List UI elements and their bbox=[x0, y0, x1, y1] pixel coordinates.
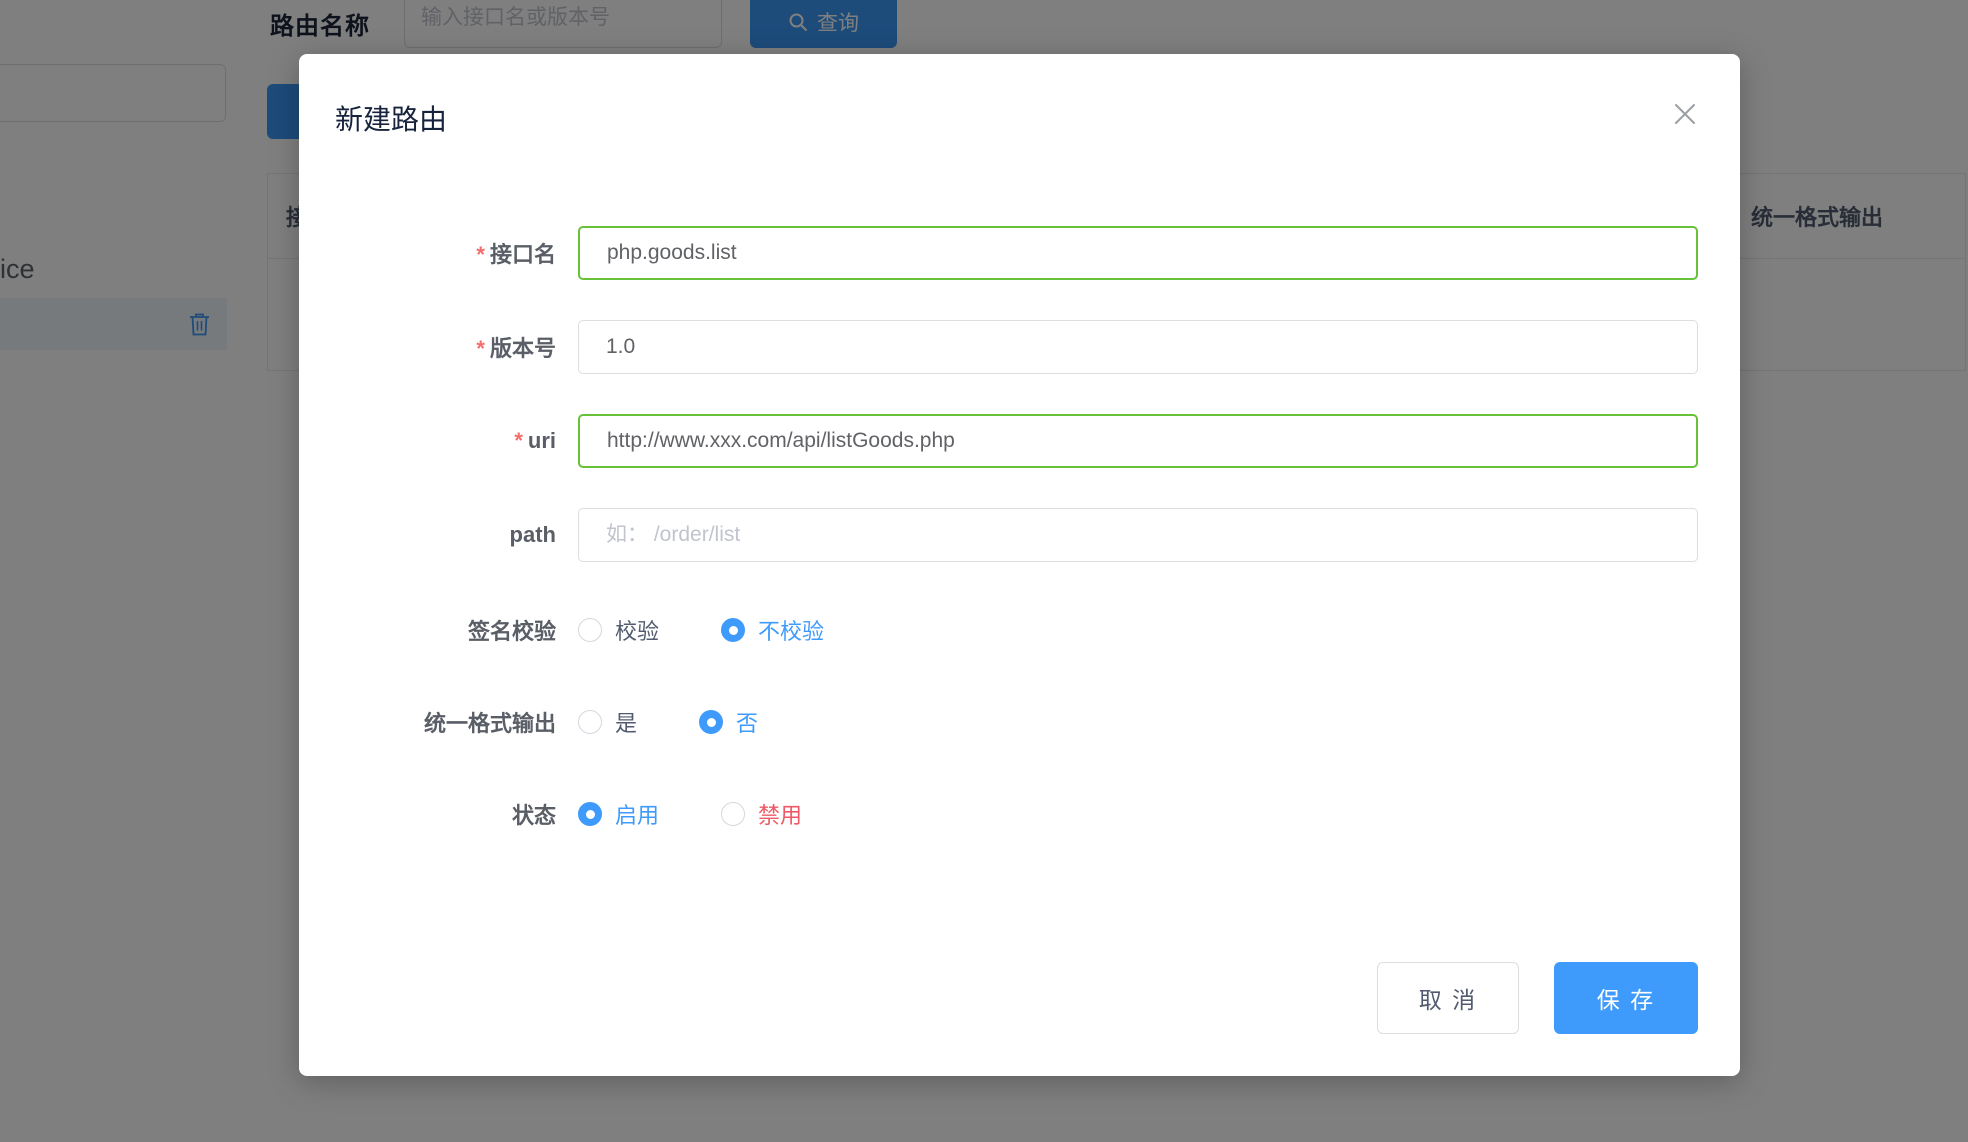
form-row-signature-check: 签名校验 校验 不校验 bbox=[299, 602, 1699, 658]
form-row-path: path bbox=[299, 507, 1699, 563]
radio-option-no[interactable]: 否 bbox=[699, 706, 758, 738]
status-radio-group: 启用 禁用 bbox=[578, 798, 802, 830]
version-input[interactable] bbox=[578, 320, 1698, 374]
signature-check-radio-group: 校验 不校验 bbox=[578, 614, 824, 646]
required-asterisk: * bbox=[514, 428, 523, 453]
save-button[interactable]: 保 存 bbox=[1554, 962, 1698, 1034]
unified-output-radio-group: 是 否 bbox=[578, 706, 758, 738]
uri-input[interactable] bbox=[578, 414, 1698, 468]
radio-option-enabled[interactable]: 启用 bbox=[578, 798, 659, 830]
cancel-button[interactable]: 取 消 bbox=[1377, 962, 1519, 1034]
form-row-interface-name: *接口名 bbox=[299, 225, 1699, 281]
radio-option-disabled[interactable]: 禁用 bbox=[721, 798, 802, 830]
radio-option-check[interactable]: 校验 bbox=[578, 614, 659, 646]
path-label: path bbox=[299, 522, 556, 548]
form-row-version: *版本号 bbox=[299, 319, 1699, 375]
form-row-status: 状态 启用 禁用 bbox=[299, 786, 1699, 842]
close-icon[interactable] bbox=[1665, 94, 1705, 134]
interface-name-input[interactable] bbox=[578, 226, 1698, 280]
radio-selected-icon[interactable] bbox=[578, 802, 602, 826]
radio-option-yes[interactable]: 是 bbox=[578, 706, 637, 738]
form-row-unified-output: 统一格式输出 是 否 bbox=[299, 694, 1699, 750]
interface-name-label: *接口名 bbox=[299, 237, 556, 269]
modal-title: 新建路由 bbox=[335, 98, 447, 138]
required-asterisk: * bbox=[476, 336, 485, 361]
radio-unselected-icon[interactable] bbox=[578, 618, 602, 642]
path-input[interactable] bbox=[578, 508, 1698, 562]
create-route-modal: 新建路由 *接口名 *版本号 *uri pa bbox=[299, 54, 1740, 1076]
radio-unselected-icon[interactable] bbox=[578, 710, 602, 734]
unified-output-label: 统一格式输出 bbox=[299, 706, 556, 738]
radio-selected-icon[interactable] bbox=[721, 618, 745, 642]
radio-option-no-check[interactable]: 不校验 bbox=[721, 614, 824, 646]
form-row-uri: *uri bbox=[299, 413, 1699, 469]
uri-label: *uri bbox=[299, 428, 556, 454]
version-label: *版本号 bbox=[299, 331, 556, 363]
signature-check-label: 签名校验 bbox=[299, 614, 556, 646]
radio-unselected-icon[interactable] bbox=[721, 802, 745, 826]
radio-selected-icon[interactable] bbox=[699, 710, 723, 734]
status-label: 状态 bbox=[299, 798, 556, 830]
required-asterisk: * bbox=[476, 242, 485, 267]
